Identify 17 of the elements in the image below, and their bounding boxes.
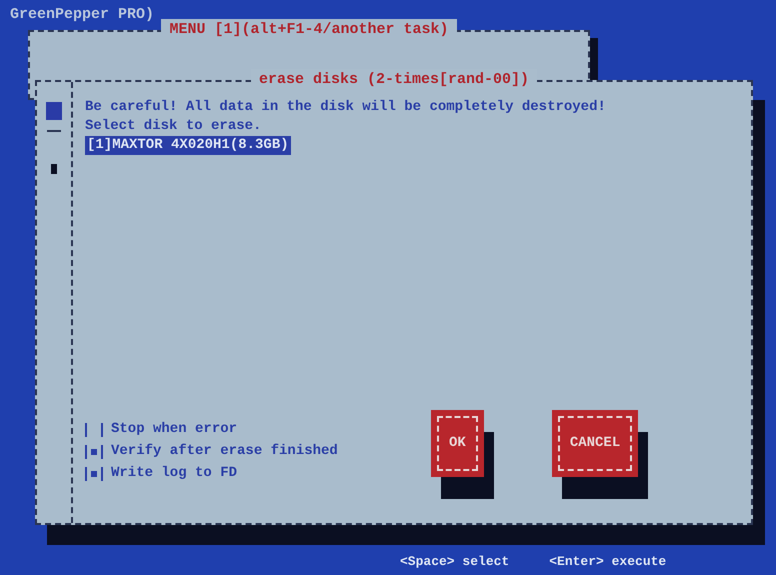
block-icon	[51, 164, 57, 174]
option-label: Write log to FD	[111, 464, 238, 483]
key-hint: <Space> select	[400, 553, 510, 571]
disk-item[interactable]: [1]MAXTOR 4X020H1(8.3GB)	[85, 136, 291, 155]
dash-icon	[47, 130, 61, 132]
cancel-button[interactable]: CANCEL	[552, 410, 638, 477]
app-title: GreenPepper PRO)	[10, 5, 154, 25]
checkbox[interactable]	[85, 466, 103, 480]
key-hint: <Enter> execute	[549, 553, 666, 571]
option-label: Stop when error	[111, 420, 238, 439]
checkbox[interactable]	[85, 422, 103, 436]
option-label: Verify after erase finished	[111, 442, 338, 461]
ok-button[interactable]: OK	[431, 410, 484, 477]
prompt-text: Select disk to erase.	[85, 117, 262, 136]
checkbox[interactable]	[85, 444, 103, 458]
warning-text: Be careful! All data in the disk will be completely destroyed!	[85, 98, 607, 117]
scroll-marker-icon	[46, 102, 62, 120]
